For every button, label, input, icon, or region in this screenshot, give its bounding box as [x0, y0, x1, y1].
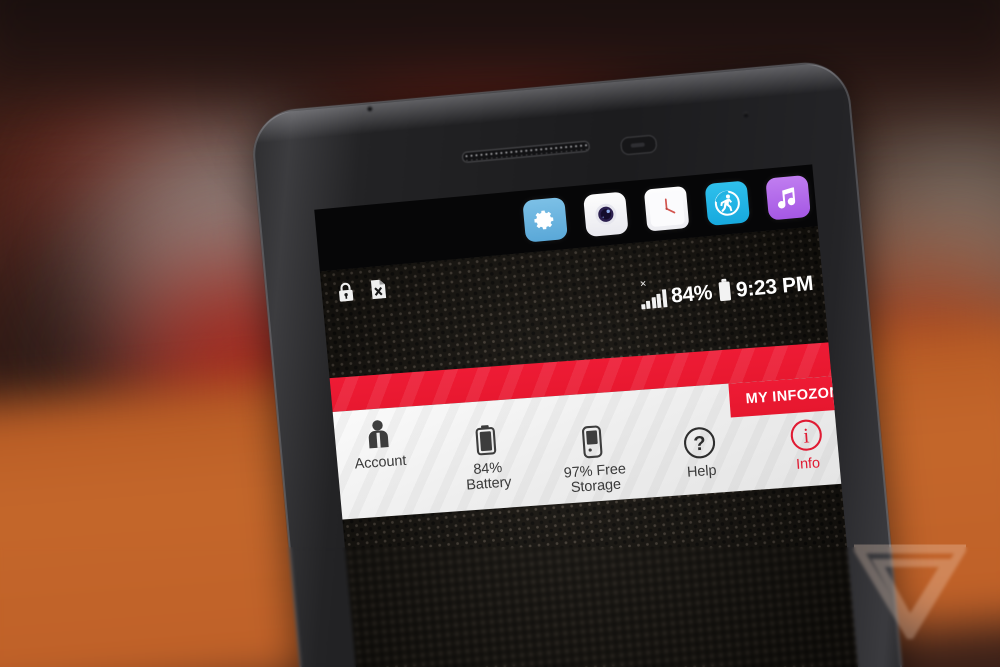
info-circle-icon: i: [788, 415, 825, 455]
clock-icon: [648, 190, 685, 227]
infozone-label-battery-1: Battery: [465, 474, 513, 494]
infozone-label-info-0: Info: [795, 455, 821, 473]
signal-bar-4: [656, 293, 662, 308]
svg-text:?: ?: [693, 433, 707, 456]
question-glyph: ?: [684, 427, 716, 459]
ticker-app-settings[interactable]: [522, 196, 568, 243]
infozone-item-battery[interactable]: 84% Battery: [430, 403, 542, 496]
ticker-app-clock[interactable]: [643, 185, 690, 232]
battery-glyph: [475, 425, 497, 456]
file-error-icon[interactable]: [368, 277, 390, 301]
info-glyph: i: [790, 419, 822, 451]
infozone-item-account[interactable]: Account: [324, 411, 434, 475]
svg-text:i: i: [802, 423, 810, 447]
infozone-label-storage-1: Storage: [570, 476, 622, 497]
battery-icon: [472, 420, 499, 460]
battery-full-icon: [718, 281, 731, 302]
battery-percent-label: 84%: [670, 281, 714, 308]
camera-icon: [595, 203, 617, 225]
smartphone: × 84% 9:23 PM MY INFOZONE Account 84% Ba…: [249, 58, 911, 667]
screen-lock-icon[interactable]: [335, 280, 357, 304]
music-note-icon: [777, 187, 796, 209]
gear-icon: [534, 210, 554, 230]
phone-storage-icon: [579, 423, 606, 463]
person-icon: [364, 414, 393, 454]
screenshot-stage: × 84% 9:23 PM MY INFOZONE Account 84% Ba…: [0, 0, 1000, 667]
infozone-item-storage[interactable]: 97% Free Storage: [537, 396, 650, 499]
phone-main-screen: × 84% 9:23 PM MY INFOZONE Account 84% Ba…: [319, 226, 865, 667]
question-mark-circle-icon: ?: [681, 423, 718, 463]
proximity-sensor-window: [630, 142, 645, 148]
signal-bar-3: [651, 297, 657, 309]
walking-person-icon: [714, 190, 740, 216]
ticker-app-music[interactable]: [765, 174, 811, 221]
padlock-icon: [339, 282, 354, 302]
infozone-label-account-0: Account: [354, 452, 407, 473]
signal-bar-5: [661, 289, 668, 308]
ticker-app-camera[interactable]: [583, 191, 629, 238]
signal-bar-1: [640, 304, 646, 310]
proximity-sensor: [619, 134, 658, 156]
document-x-icon: [370, 279, 387, 300]
phone-glyph: [582, 425, 603, 459]
infozone-label-help-0: Help: [686, 462, 717, 481]
verge-logo-icon: [850, 544, 970, 644]
signal-bar-2: [645, 300, 651, 309]
person-glyph: [369, 420, 389, 449]
the-verge-watermark: [850, 543, 970, 644]
ticker-app-health[interactable]: [704, 180, 751, 227]
signal-bars-icon: ×: [639, 278, 668, 310]
no-service-mark: ×: [639, 277, 647, 291]
